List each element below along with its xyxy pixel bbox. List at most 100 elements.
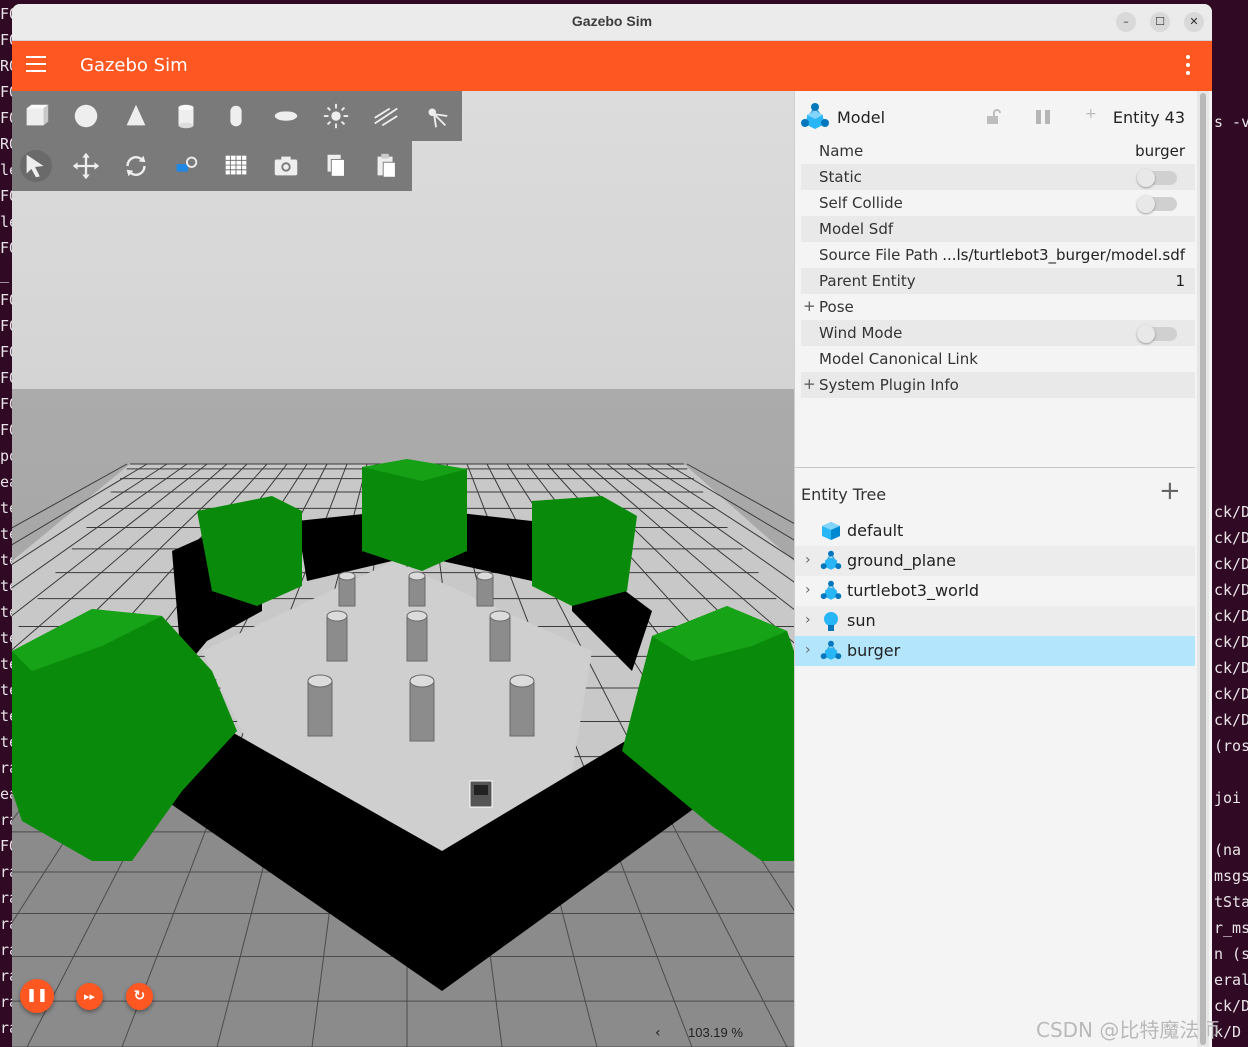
grid-icon[interactable] xyxy=(220,150,252,182)
cone-icon[interactable] xyxy=(120,100,152,132)
property-row-system-plugin-info[interactable]: + System Plugin Info xyxy=(801,372,1195,398)
entity-tree-label: burger xyxy=(847,641,901,660)
terminal-line: ck/D xyxy=(1214,659,1248,677)
rotate-icon[interactable] xyxy=(120,150,152,182)
property-label: Pose xyxy=(819,298,854,316)
cylinder-icon[interactable] xyxy=(170,100,202,132)
step-button[interactable]: ▸▸ xyxy=(76,983,103,1010)
entity-tree-label: turtlebot3_world xyxy=(847,581,980,600)
property-value: burger xyxy=(1135,142,1185,160)
terminal-line: ck/D xyxy=(1214,581,1248,599)
chevron-right-icon[interactable]: › xyxy=(805,612,811,628)
terminal-line: ck/D xyxy=(1214,633,1248,651)
terminal-line: tSta xyxy=(1214,893,1248,911)
terminal-line: n (s xyxy=(1214,945,1248,963)
model-icon xyxy=(819,640,843,662)
terminal-line: joi xyxy=(1214,789,1242,807)
entity-tree-item-burger[interactable]: › burger xyxy=(795,636,1195,666)
snap-icon[interactable] xyxy=(170,150,202,182)
entity-tree-item-sun[interactable]: › sun xyxy=(795,606,1195,636)
transform-toolbar xyxy=(12,141,412,191)
property-row-model-sdf: Model Sdf xyxy=(801,216,1195,242)
terminal-line: eral xyxy=(1214,971,1248,989)
terminal-line: ck/D xyxy=(1214,503,1248,521)
lock-icon[interactable] xyxy=(985,109,1001,125)
app-title: Gazebo Sim xyxy=(80,55,188,76)
gazebo-window: Gazebo Sim – ☐ ✕ Gazebo Sim ❚❚ ▸▸ ↻ ‹ 10… xyxy=(12,4,1212,1047)
expand-icon[interactable]: + xyxy=(803,297,816,315)
window-titlebar[interactable]: Gazebo Sim – ☐ ✕ xyxy=(12,4,1212,41)
entity-tree-label: sun xyxy=(847,611,876,630)
property-label: Model Sdf xyxy=(819,220,894,238)
3d-scene-viewport[interactable]: ❚❚ ▸▸ ↻ ‹ 103.19 % xyxy=(12,91,794,1047)
shapes-toolbar xyxy=(12,91,462,141)
component-title: Model xyxy=(837,108,886,127)
watermark: CSDN @比特魔法师 xyxy=(1036,1018,1220,1042)
self-collide-toggle[interactable] xyxy=(1137,195,1177,213)
select-icon[interactable] xyxy=(20,150,52,182)
property-label: Static xyxy=(819,168,862,186)
scene-render[interactable] xyxy=(12,91,794,1047)
chevron-right-icon[interactable]: › xyxy=(805,642,811,658)
entity-id: Entity 43 xyxy=(1112,108,1185,127)
terminal-line: s -v xyxy=(1214,113,1248,131)
panel-scrollbar[interactable] xyxy=(1197,91,1209,1047)
terminal-line: ck/D xyxy=(1214,685,1248,703)
property-label: Parent Entity xyxy=(819,272,916,290)
entity-tree-header: Entity Tree + xyxy=(795,467,1195,516)
ellipsoid-icon[interactable] xyxy=(270,100,302,132)
property-row-pose[interactable]: + Pose xyxy=(801,294,1195,320)
chevron-right-icon[interactable]: › xyxy=(805,582,811,598)
sun-light-icon[interactable] xyxy=(320,100,352,132)
model-icon xyxy=(819,550,843,572)
property-row-self-collide[interactable]: Self Collide xyxy=(801,190,1195,216)
right-panel: Model + Entity 43 Name burger Static Self C… xyxy=(794,91,1212,1047)
pause-button[interactable]: ❚❚ xyxy=(20,979,54,1013)
terminal-line: (na xyxy=(1214,841,1242,859)
property-label: Self Collide xyxy=(819,194,903,212)
expand-icon[interactable]: + xyxy=(803,375,816,393)
capsule-icon[interactable] xyxy=(220,100,252,132)
model-icon xyxy=(819,580,843,602)
sphere-icon[interactable] xyxy=(70,100,102,132)
translate-icon[interactable] xyxy=(70,150,102,182)
chevron-right-icon[interactable]: › xyxy=(805,552,811,568)
component-inspector-header: Model + Entity 43 xyxy=(795,91,1195,143)
terminal-line: r_ms xyxy=(1214,919,1248,937)
entity-tree-label: default xyxy=(847,521,904,540)
property-row-static[interactable]: Static xyxy=(801,164,1195,190)
spot-light-icon[interactable] xyxy=(420,100,452,132)
paste-icon[interactable] xyxy=(370,150,402,182)
minimize-button[interactable]: – xyxy=(1116,12,1136,32)
property-row-name: Name burger xyxy=(801,138,1195,164)
property-label: Wind Mode xyxy=(819,324,903,342)
entity-tree-item-turtlebot3-world[interactable]: › turtlebot3_world xyxy=(795,576,1195,606)
maximize-button[interactable]: ☐ xyxy=(1150,12,1170,32)
copy-icon[interactable] xyxy=(320,150,352,182)
terminal-line: ck/D xyxy=(1214,711,1248,729)
add-component-icon[interactable]: + xyxy=(1085,106,1097,122)
reset-button[interactable]: ↻ xyxy=(126,983,153,1010)
add-entity-icon[interactable]: + xyxy=(1159,478,1181,504)
hamburger-menu-icon[interactable] xyxy=(26,56,46,74)
screenshot-icon[interactable] xyxy=(270,150,302,182)
property-row-source-file-path: Source File Path ...ls/turtlebot3_burger/… xyxy=(801,242,1195,268)
more-options-icon[interactable] xyxy=(1182,55,1194,77)
entity-tree-title: Entity Tree xyxy=(801,485,887,504)
entity-tree-item-default[interactable]: default xyxy=(795,516,1195,546)
directional-light-icon[interactable] xyxy=(370,100,402,132)
terminal-line: msgs xyxy=(1214,867,1248,885)
entity-tree-item-ground-plane[interactable]: › ground_plane xyxy=(795,546,1195,576)
box-icon[interactable] xyxy=(20,100,52,132)
property-value: ...ls/turtlebot3_burger/model.sdf xyxy=(942,246,1185,264)
light-bulb-icon xyxy=(819,610,843,632)
property-value: 1 xyxy=(1175,272,1185,290)
close-button[interactable]: ✕ xyxy=(1184,12,1204,32)
static-toggle[interactable] xyxy=(1137,169,1177,187)
property-label: Name xyxy=(819,142,864,160)
property-row-wind-mode[interactable]: Wind Mode xyxy=(801,320,1195,346)
pause-updates-icon[interactable] xyxy=(1033,109,1053,125)
wind-mode-toggle[interactable] xyxy=(1137,325,1177,343)
stats-collapse-arrow[interactable]: ‹ xyxy=(655,1025,661,1041)
terminal-line: ck/D xyxy=(1214,555,1248,573)
